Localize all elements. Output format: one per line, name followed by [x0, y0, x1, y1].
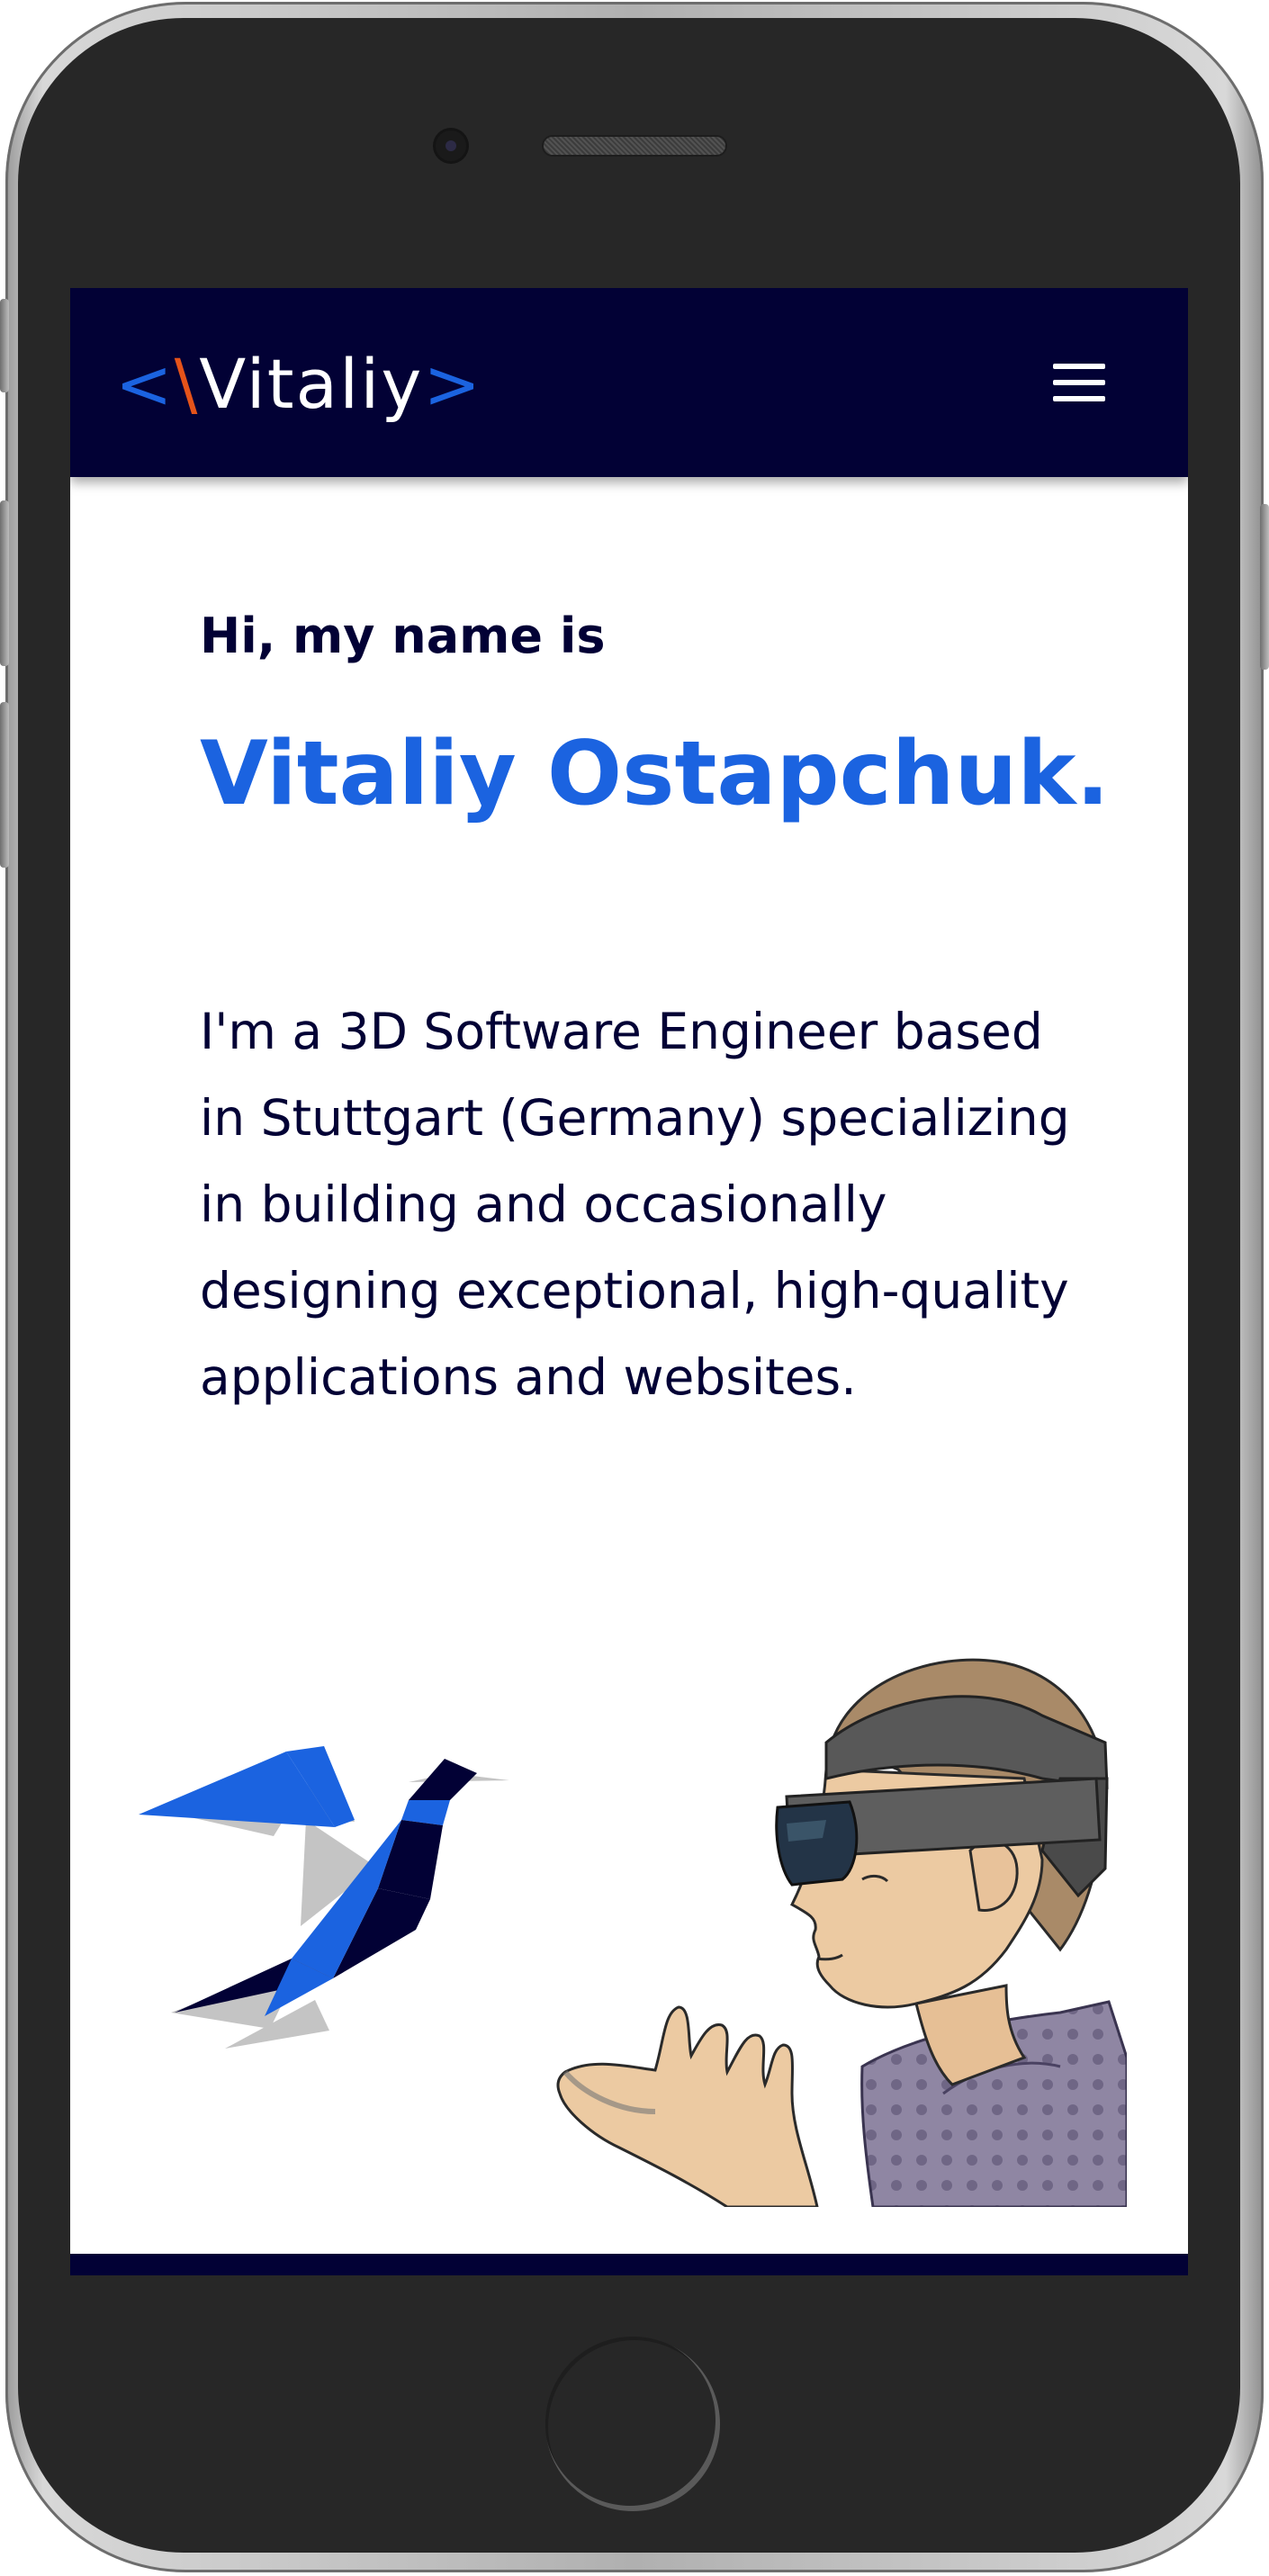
home-button[interactable]: [545, 2337, 720, 2511]
section-divider: [70, 2254, 1188, 2275]
screen: <\Vitaliy> Hi, my name is Vitaliy Ostapc…: [70, 288, 1188, 2275]
hero-bio: I'm a 3D Software Engineer based in Stut…: [200, 1003, 1070, 1406]
hamburger-menu-icon[interactable]: [1053, 364, 1105, 401]
device-mockup: <\Vitaliy> Hi, my name is Vitaliy Ostapc…: [0, 0, 1269, 2576]
volume-up-button: [0, 500, 9, 666]
front-camera: [436, 131, 466, 161]
greeting-text: Hi, my name is: [200, 608, 606, 664]
earpiece-speaker: [544, 137, 725, 155]
hero-name: Vitaliy Ostapchuk.: [200, 723, 1110, 825]
logo-name: Vitaliy: [199, 344, 424, 424]
site-logo[interactable]: <\Vitaliy>: [115, 344, 482, 425]
power-button: [1260, 504, 1269, 670]
person-with-ar-headset-illustration: [556, 1658, 1127, 2207]
volume-down-button: [0, 702, 9, 868]
origami-bird-illustration: [139, 1746, 509, 2049]
logo-close-bracket: >: [423, 344, 482, 424]
navbar: <\Vitaliy>: [70, 288, 1188, 477]
logo-open-bracket: <: [115, 344, 175, 424]
logo-slash: \: [174, 344, 200, 424]
silent-switch: [0, 299, 9, 392]
